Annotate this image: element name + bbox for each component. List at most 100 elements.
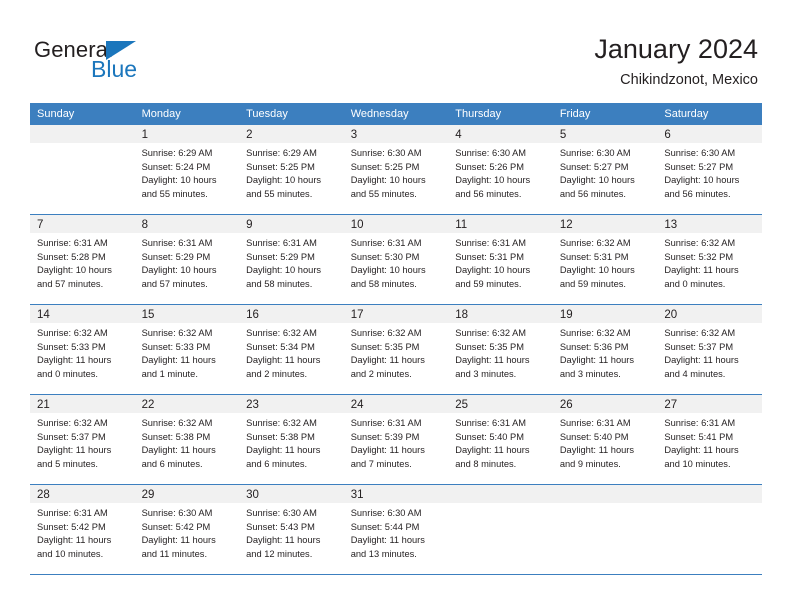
day-info-line: Sunset: 5:39 PM xyxy=(350,431,420,442)
day-info-line: Sunrise: 6:31 AM xyxy=(559,418,631,428)
calendar-day-cell[interactable]: 18 Sunrise: 6:32 AM Sunset: 5:35 PM Dayligh… xyxy=(448,304,553,395)
day-number: 8 xyxy=(134,215,240,233)
day-info-line: Sunrise: 6:31 AM xyxy=(350,238,422,248)
day-info-line: Sunset: 5:25 PM xyxy=(350,161,420,172)
calendar-day-cell-empty xyxy=(448,484,553,575)
day-info-line: Sunset: 5:29 PM xyxy=(141,251,211,262)
calendar-day-cell[interactable]: 8 Sunrise: 6:31 AM Sunset: 5:29 PM Daylight… xyxy=(134,214,240,305)
calendar-day-cell[interactable]: 2 Sunrise: 6:29 AM Sunset: 5:25 PM Daylight… xyxy=(239,125,344,215)
day-sun-info: Sunrise: 6:30 AM Sunset: 5:25 PM Daylight:… xyxy=(344,143,449,202)
day-info-line: Daylight: 11 hours xyxy=(455,445,530,456)
calendar-week-row: 28 Sunrise: 6:31 AM Sunset: 5:42 PM Dayligh… xyxy=(30,484,762,575)
day-number: 3 xyxy=(343,125,449,143)
day-info-line: Daylight: 11 hours xyxy=(559,355,635,366)
day-info-line: Daylight: 11 hours xyxy=(141,355,216,366)
calendar-day-cell[interactable]: 28 Sunrise: 6:31 AM Sunset: 5:42 PM Dayligh… xyxy=(30,484,135,575)
calendar-day-cell[interactable]: 10 Sunrise: 6:31 AM Sunset: 5:30 PM Dayligh… xyxy=(343,214,449,305)
general-blue-logo[interactable]: General Blue xyxy=(34,38,264,88)
calendar-day-cell[interactable]: 5 Sunrise: 6:30 AM Sunset: 5:27 PM Daylight… xyxy=(552,125,658,215)
day-info-line: Sunrise: 6:31 AM xyxy=(246,238,317,248)
day-info-line: Daylight: 10 hours xyxy=(141,175,217,186)
day-cell-content: 7 Sunrise: 6:31 AM Sunset: 5:28 PM Daylight… xyxy=(30,215,135,304)
calendar-day-cell[interactable]: 13 Sunrise: 6:32 AM Sunset: 5:32 PM Dayligh… xyxy=(657,214,762,305)
day-info-line: Sunset: 5:44 PM xyxy=(350,521,420,532)
calendar-day-cell[interactable]: 16 Sunrise: 6:32 AM Sunset: 5:34 PM Dayligh… xyxy=(239,304,344,395)
calendar-day-cell[interactable]: 21 Sunrise: 6:32 AM Sunset: 5:37 PM Dayligh… xyxy=(30,394,135,485)
calendar-day-cell[interactable]: 15 Sunrise: 6:32 AM Sunset: 5:33 PM Dayligh… xyxy=(134,304,240,395)
day-info-line: Sunset: 5:32 PM xyxy=(664,251,734,262)
day-info-line: and 13 minutes. xyxy=(350,549,417,560)
page-header: General Blue January 2024 Chikindzonot, … xyxy=(0,0,792,100)
calendar-day-cell[interactable]: 22 Sunrise: 6:32 AM Sunset: 5:38 PM Dayligh… xyxy=(134,394,240,485)
day-info-line: Daylight: 11 hours xyxy=(664,445,739,456)
calendar-day-cell[interactable]: 29 Sunrise: 6:30 AM Sunset: 5:42 PM Dayligh… xyxy=(134,484,240,575)
weekday-header-wednesday: Wednesday xyxy=(343,103,449,125)
calendar-day-cell[interactable]: 14 Sunrise: 6:32 AM Sunset: 5:33 PM Dayligh… xyxy=(30,304,135,395)
calendar-day-cell[interactable]: 24 Sunrise: 6:31 AM Sunset: 5:39 PM Dayligh… xyxy=(343,394,449,485)
calendar-day-cell[interactable]: 19 Sunrise: 6:32 AM Sunset: 5:36 PM Dayligh… xyxy=(552,304,658,395)
day-number: 13 xyxy=(657,215,762,233)
calendar-day-cell[interactable]: 11 Sunrise: 6:31 AM Sunset: 5:31 PM Dayligh… xyxy=(448,214,553,305)
weekday-header-sunday: Sunday xyxy=(30,103,135,125)
day-info-line: and 9 minutes. xyxy=(559,459,621,470)
day-info-line: Sunset: 5:43 PM xyxy=(246,521,315,532)
day-sun-info: Sunrise: 6:32 AM Sunset: 5:33 PM Daylight:… xyxy=(135,323,240,382)
day-info-line: Sunset: 5:31 PM xyxy=(559,251,629,262)
day-sun-info: Sunrise: 6:32 AM Sunset: 5:31 PM Daylight:… xyxy=(553,233,658,292)
day-info-line: Sunset: 5:34 PM xyxy=(246,341,315,352)
day-info-line: and 55 minutes. xyxy=(350,189,417,200)
calendar-day-cell[interactable]: 1 Sunrise: 6:29 AM Sunset: 5:24 PM Daylight… xyxy=(134,125,240,215)
day-info-line: Sunset: 5:33 PM xyxy=(37,341,106,352)
day-info-line: Daylight: 11 hours xyxy=(664,355,739,366)
calendar-day-cell[interactable]: 25 Sunrise: 6:31 AM Sunset: 5:40 PM Dayligh… xyxy=(448,394,553,485)
day-number: 20 xyxy=(657,305,762,323)
calendar-day-cell[interactable]: 9 Sunrise: 6:31 AM Sunset: 5:29 PM Daylight… xyxy=(239,214,344,305)
calendar-day-cell[interactable]: 31 Sunrise: 6:30 AM Sunset: 5:44 PM Dayligh… xyxy=(343,484,449,575)
day-number: 2 xyxy=(239,125,344,143)
calendar-day-cell[interactable]: 12 Sunrise: 6:32 AM Sunset: 5:31 PM Dayligh… xyxy=(552,214,658,305)
day-cell-content: 31 Sunrise: 6:30 AM Sunset: 5:44 PM Dayligh… xyxy=(343,485,449,574)
day-info-line: Sunset: 5:40 PM xyxy=(559,431,629,442)
calendar-day-cell[interactable]: 4 Sunrise: 6:30 AM Sunset: 5:26 PM Daylight… xyxy=(448,125,553,215)
calendar-day-cell-empty xyxy=(657,484,762,575)
calendar-day-cell[interactable]: 7 Sunrise: 6:31 AM Sunset: 5:28 PM Daylight… xyxy=(30,214,135,305)
day-sun-info: Sunrise: 6:32 AM Sunset: 5:37 PM Daylight:… xyxy=(657,323,762,382)
day-info-line: Daylight: 10 hours xyxy=(559,175,635,186)
day-info-line: Sunrise: 6:29 AM xyxy=(141,148,213,158)
day-info-line: Daylight: 11 hours xyxy=(350,445,425,456)
day-cell-content xyxy=(30,125,135,214)
day-number: 7 xyxy=(30,215,135,233)
day-info-line: Sunset: 5:35 PM xyxy=(455,341,524,352)
day-cell-content: 29 Sunrise: 6:30 AM Sunset: 5:42 PM Dayligh… xyxy=(134,485,240,574)
day-cell-content: 22 Sunrise: 6:32 AM Sunset: 5:38 PM Dayligh… xyxy=(134,395,240,484)
day-sun-info: Sunrise: 6:31 AM Sunset: 5:30 PM Daylight:… xyxy=(344,233,449,292)
day-cell-content: 16 Sunrise: 6:32 AM Sunset: 5:34 PM Dayligh… xyxy=(239,305,344,394)
day-info-line: Daylight: 10 hours xyxy=(664,175,740,186)
calendar-day-cell[interactable]: 23 Sunrise: 6:32 AM Sunset: 5:38 PM Dayligh… xyxy=(239,394,344,485)
day-info-line: Sunrise: 6:31 AM xyxy=(141,238,213,248)
day-number: 10 xyxy=(343,215,449,233)
day-info-line: Sunrise: 6:32 AM xyxy=(141,328,213,338)
day-sun-info: Sunrise: 6:31 AM Sunset: 5:29 PM Daylight:… xyxy=(239,233,344,292)
calendar-day-cell[interactable]: 6 Sunrise: 6:30 AM Sunset: 5:27 PM Daylight… xyxy=(657,125,762,215)
day-info-line: and 56 minutes. xyxy=(664,189,731,200)
day-number: 22 xyxy=(134,395,240,413)
weekday-header-monday: Monday xyxy=(134,103,240,125)
calendar-day-cell[interactable]: 17 Sunrise: 6:32 AM Sunset: 5:35 PM Dayligh… xyxy=(343,304,449,395)
day-sun-info: Sunrise: 6:30 AM Sunset: 5:44 PM Daylight:… xyxy=(344,503,449,562)
day-number: 1 xyxy=(134,125,240,143)
calendar-day-cell[interactable]: 26 Sunrise: 6:31 AM Sunset: 5:40 PM Dayligh… xyxy=(552,394,658,485)
day-info-line: and 4 minutes. xyxy=(664,369,726,380)
calendar-day-cell[interactable]: 3 Sunrise: 6:30 AM Sunset: 5:25 PM Daylight… xyxy=(343,125,449,215)
calendar-day-cell[interactable]: 20 Sunrise: 6:32 AM Sunset: 5:37 PM Dayligh… xyxy=(657,304,762,395)
calendar-day-cell[interactable]: 30 Sunrise: 6:30 AM Sunset: 5:43 PM Dayligh… xyxy=(239,484,344,575)
day-info-line: and 55 minutes. xyxy=(141,189,208,200)
calendar-day-cell[interactable]: 27 Sunrise: 6:31 AM Sunset: 5:41 PM Dayligh… xyxy=(657,394,762,485)
day-cell-content: 20 Sunrise: 6:32 AM Sunset: 5:37 PM Dayligh… xyxy=(657,305,762,394)
day-number: 19 xyxy=(552,305,658,323)
day-number: 11 xyxy=(448,215,553,233)
day-info-line: and 0 minutes. xyxy=(37,369,98,380)
day-info-line: and 56 minutes. xyxy=(559,189,626,200)
day-info-line: Sunset: 5:30 PM xyxy=(350,251,420,262)
day-info-line: Sunrise: 6:31 AM xyxy=(455,418,527,428)
